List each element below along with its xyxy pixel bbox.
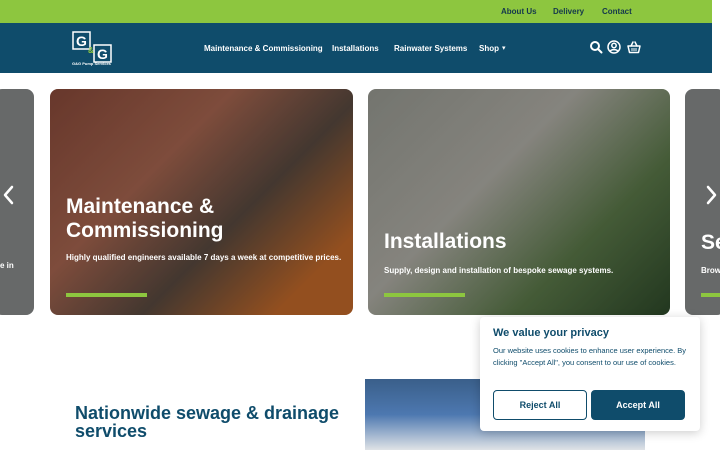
svg-text:G: G [97, 46, 108, 62]
carousel-prev-arrow-icon[interactable] [2, 184, 16, 206]
card-accent-bar [384, 293, 465, 297]
card-title: Maintenance & Commissioning [66, 195, 224, 242]
section-heading: Nationwide sewage & drainage services [75, 403, 340, 441]
carousel-card-installations[interactable]: Installations Supply, design and install… [368, 89, 670, 315]
nav-rainwater[interactable]: Rainwater Systems [394, 44, 467, 53]
svg-text:&: & [88, 46, 94, 55]
card-description: Highly qualified engineers available 7 d… [66, 253, 342, 262]
basket-icon[interactable] [627, 40, 641, 54]
chevron-down-icon[interactable]: ▾ [502, 44, 506, 52]
card-fragment-text: Brow [701, 266, 720, 275]
nav-maintenance[interactable]: Maintenance & Commissioning [204, 44, 323, 53]
cookie-title: We value your privacy [493, 327, 609, 339]
cookie-description: Our website uses cookies to enhance user… [493, 346, 687, 367]
reject-all-button[interactable]: Reject All [493, 390, 587, 420]
svg-text:G: G [76, 33, 87, 49]
carousel-next-arrow-icon[interactable] [704, 184, 718, 206]
card-fragment-text: e in [0, 261, 14, 270]
card-accent-bar [66, 293, 147, 297]
nav-installations[interactable]: Installations [332, 44, 379, 53]
main-navbar: G G & G&G Pump Services Maintenance & Co… [0, 23, 712, 73]
logo-caption: G&G Pump Services [72, 61, 111, 66]
top-utility-bar: About Us Delivery Contact [0, 0, 712, 23]
about-us-link[interactable]: About Us [501, 7, 537, 16]
contact-link[interactable]: Contact [602, 7, 632, 16]
cookie-consent-dialog: We value your privacy Our website uses c… [480, 317, 700, 431]
card-fragment-title: Se [701, 231, 720, 254]
accept-all-button[interactable]: Accept All [591, 390, 685, 420]
account-icon[interactable] [607, 40, 621, 54]
carousel-card-maintenance[interactable]: Maintenance & Commissioning Highly quali… [50, 89, 353, 315]
search-icon[interactable] [589, 40, 603, 54]
nav-shop[interactable]: Shop [479, 44, 499, 53]
delivery-link[interactable]: Delivery [553, 7, 584, 16]
card-title: Installations [384, 230, 507, 253]
card-description: Supply, design and installation of bespo… [384, 266, 614, 275]
card-accent-bar [701, 293, 720, 297]
